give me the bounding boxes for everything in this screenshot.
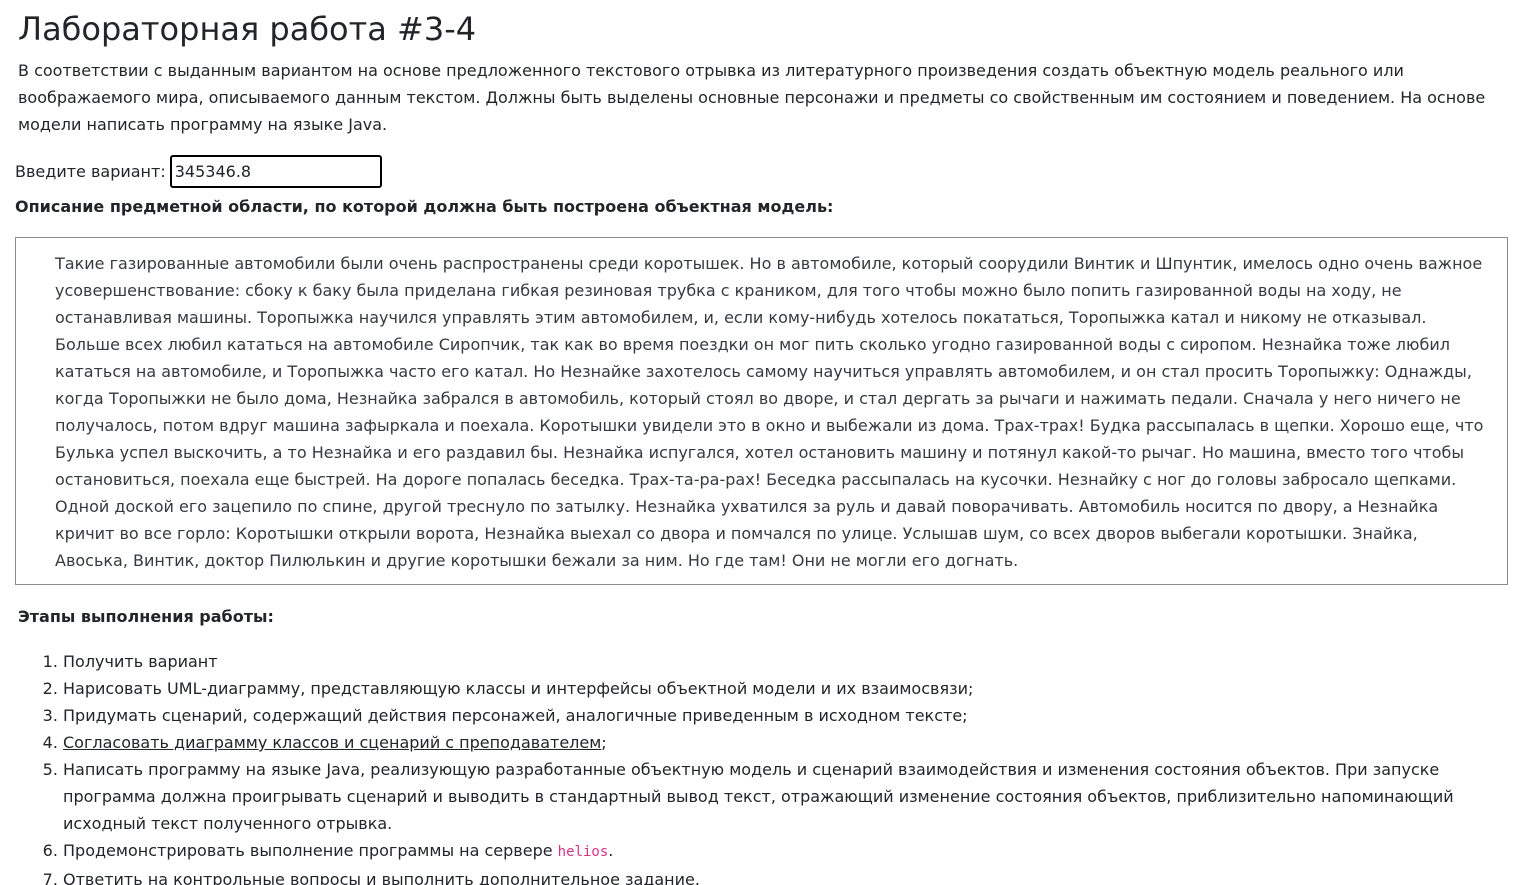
story-box: Такие газированные автомобили были очень… xyxy=(15,237,1508,585)
variant-label: Введите вариант: xyxy=(15,162,166,181)
description-heading: Описание предметной области, по которой … xyxy=(15,197,834,216)
agree-with-teacher-link[interactable]: Согласовать диаграмму классов и сценарий… xyxy=(63,733,601,752)
step-item: Написать программу на языке Java, реализ… xyxy=(63,756,1503,837)
step-item: Согласовать диаграмму классов и сценарий… xyxy=(63,729,1503,756)
step-suffix: . xyxy=(608,841,614,860)
step-item: Продемонстрировать выполнение программы … xyxy=(63,837,1503,866)
task-intro: В соответствии с выданным вариантом на о… xyxy=(18,61,1486,134)
variant-input[interactable] xyxy=(169,155,382,188)
step-text: Получить вариант xyxy=(63,652,218,671)
lab-page: Лабораторная работа #3-4 В соответствии … xyxy=(0,0,1530,885)
step-item: Ответить на контрольные вопросы и выполн… xyxy=(63,866,1503,885)
page-title: Лабораторная работа #3-4 xyxy=(18,10,477,48)
step-item: Получить вариант xyxy=(63,648,1503,675)
step-text: Нарисовать UML-диаграмму, представляющую… xyxy=(63,679,974,698)
story-text: Такие газированные автомобили были очень… xyxy=(55,254,1484,570)
step-text: Продемонстрировать выполнение программы … xyxy=(63,841,558,860)
variant-row: Введите вариант: xyxy=(15,155,382,188)
step-text: Придумать сценарий, содержащий действия … xyxy=(63,706,968,725)
step-suffix: ; xyxy=(601,733,607,752)
step-item: Придумать сценарий, содержащий действия … xyxy=(63,702,1503,729)
step-text: Ответить на контрольные вопросы и выполн… xyxy=(63,870,700,885)
server-name-code: helios xyxy=(557,844,609,860)
steps-heading: Этапы выполнения работы: xyxy=(18,607,274,626)
step-item: Нарисовать UML-диаграмму, представляющую… xyxy=(63,675,1503,702)
steps-list: Получить вариант Нарисовать UML-диаграмм… xyxy=(18,648,1503,885)
step-text: Написать программу на языке Java, реализ… xyxy=(63,760,1454,833)
